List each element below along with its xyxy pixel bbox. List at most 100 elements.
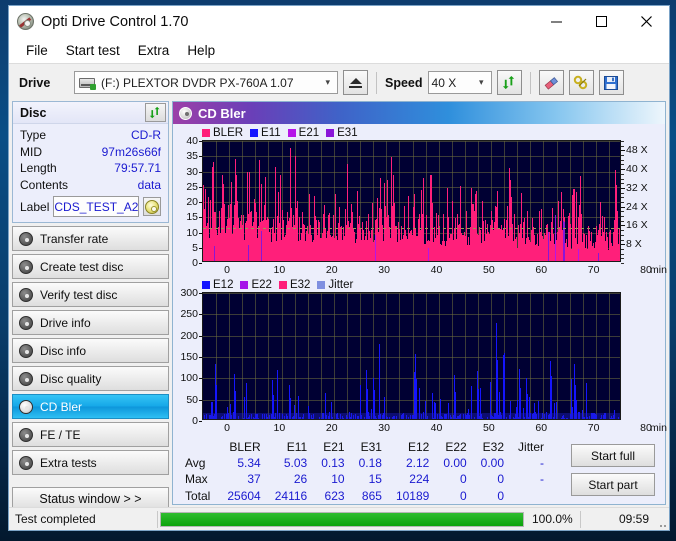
speed-tick <box>621 183 624 185</box>
stats-row-label: Avg <box>185 456 206 471</box>
tools-button[interactable] <box>568 70 594 95</box>
eject-button[interactable] <box>343 70 368 95</box>
menu-item-start-test[interactable]: Start test <box>57 41 129 60</box>
table-row: Max 37 26 10 15 224 0 0 - <box>179 471 551 487</box>
close-button[interactable] <box>624 6 669 37</box>
legend-swatch <box>278 281 287 289</box>
speed-tick <box>621 141 624 142</box>
speed-tick <box>621 178 624 180</box>
y-tick-label: 200 <box>180 329 198 342</box>
sidebar-item-verify-test-disc[interactable]: Verify test disc <box>12 282 169 307</box>
stats-cell: 25604 <box>227 488 261 503</box>
x-tick-label: 50 <box>483 422 495 434</box>
sidebar-nav: Transfer rate Create test disc Verify te… <box>12 226 169 511</box>
y-tick-label: 25 <box>186 180 198 193</box>
panel-header: CD Bler <box>173 102 665 124</box>
stats-col-e11: E11 <box>286 440 308 454</box>
stats-row-label: Total <box>185 488 211 503</box>
erase-button[interactable] <box>538 70 564 95</box>
speed-tick <box>621 202 624 203</box>
x-tick-label: 30 <box>378 422 390 434</box>
stats-col-e22: E22 <box>445 440 467 454</box>
refresh-button[interactable] <box>496 70 522 95</box>
sidebar-item-fe-te[interactable]: FE / TE <box>12 422 169 447</box>
sidebar-item-cd-bler[interactable]: CD Bler <box>12 394 169 419</box>
bler-chart-plot <box>202 140 621 262</box>
cd-disc-icon <box>19 231 33 246</box>
cd-disc-icon <box>179 106 192 120</box>
resize-grip-icon[interactable] <box>655 508 669 530</box>
sidebar-item-disc-info[interactable]: Disc info <box>12 338 169 363</box>
menu-item-file[interactable]: File <box>17 41 57 60</box>
sidebar-item-disc-quality[interactable]: Disc quality <box>12 366 169 391</box>
cd-disc-icon <box>19 315 33 330</box>
sidebar-item-transfer-rate[interactable]: Transfer rate <box>12 226 169 251</box>
legend-item-e22: E22 <box>240 279 272 291</box>
minimize-button[interactable] <box>534 6 579 37</box>
drive-toolbar: Drive (F:) PLEXTOR DVDR PX-760A 1.07 ▾ S… <box>9 63 669 101</box>
status-bar: Test completed 100.0% 09:59 <box>9 507 669 530</box>
drive-select[interactable]: (F:) PLEXTOR DVDR PX-760A 1.07 ▾ <box>74 71 338 94</box>
speed-tick <box>621 145 624 147</box>
e12-chart-y-axis: 0 50 100 150 200 250 300 <box>177 287 202 427</box>
speed-tick <box>621 192 624 194</box>
chart-baseline <box>203 413 620 419</box>
progress-fill <box>161 512 523 526</box>
legend-swatch <box>326 129 335 137</box>
speed-tick <box>621 248 624 250</box>
speed-tick <box>621 211 624 213</box>
speed-tick <box>621 225 625 227</box>
table-row: Total 25604 24116 623 865 10189 0 0 <box>179 488 551 504</box>
chart-bar <box>379 343 380 419</box>
maximize-button[interactable] <box>579 6 624 37</box>
cd-disc-icon <box>19 455 33 470</box>
e12-chart: 0 50 100 150 200 250 300 <box>177 287 661 427</box>
sidebar-item-extra-tests[interactable]: Extra tests <box>12 450 169 475</box>
stats-col-e31: E31 <box>360 440 382 454</box>
legend-item-e12: E12 <box>202 279 233 291</box>
legend-label: Jitter <box>328 279 354 291</box>
eject-icon <box>349 77 362 88</box>
x-tick-label: 50 <box>483 264 495 276</box>
x-tick-label: 40 <box>430 264 443 276</box>
grid-line <box>203 156 620 157</box>
speed-tick <box>621 258 624 260</box>
legend-item-e31: E31 <box>326 127 358 139</box>
e12-chart-right-spacer <box>621 292 661 420</box>
stats-cell: 0 <box>497 472 505 487</box>
y-tick-label: 15 <box>186 211 198 224</box>
sidebar-item-drive-info[interactable]: Drive info <box>12 310 169 335</box>
stats-cell: 5.03 <box>283 456 308 471</box>
stats-cell: 10 <box>331 472 345 487</box>
sidebar-item-label: Disc quality <box>40 371 102 386</box>
speed-tick <box>621 220 624 222</box>
speed-select-value: 40 X <box>431 75 457 90</box>
stats-cell: 0.18 <box>358 456 382 471</box>
disc-label-button[interactable] <box>143 197 161 216</box>
sidebar-item-create-test-disc[interactable]: Create test disc <box>12 254 169 279</box>
save-button[interactable] <box>598 70 624 95</box>
disc-row-type: Type CD-R <box>20 127 161 144</box>
bler-chart-y-axis: 0 5 10 15 20 25 30 35 40 <box>177 135 202 269</box>
menu-item-help[interactable]: Help <box>178 41 224 60</box>
eraser-icon <box>544 76 559 90</box>
save-icon <box>604 75 619 90</box>
menu-item-extra[interactable]: Extra <box>129 41 179 60</box>
speed-select[interactable]: 40 X ▾ <box>427 71 492 94</box>
speed-tick <box>621 187 625 189</box>
x-tick-label: 10 <box>273 422 286 434</box>
disc-refresh-button[interactable] <box>145 103 166 122</box>
speed-tick <box>621 164 624 166</box>
x-axis-unit: min <box>650 422 667 434</box>
stats-corner <box>179 440 220 455</box>
start-full-button[interactable]: Start full <box>571 444 655 467</box>
x-tick-label: 60 <box>535 264 548 276</box>
start-part-button[interactable]: Start part <box>571 473 655 496</box>
disc-row-contents: Contents data <box>20 177 161 194</box>
stats-cell: - <box>540 456 545 471</box>
stats-area: BLER E11 E21 E31 E12 E22 E32 Jitter Avg … <box>173 436 665 504</box>
disc-label-field[interactable]: CDS_TEST_A2 <box>53 196 140 217</box>
sidebar-item-label: Disc info <box>40 343 87 358</box>
e12-chart-legend: E12 E22 E32 Jitter <box>177 278 661 292</box>
x-tick-label: 20 <box>325 422 338 434</box>
